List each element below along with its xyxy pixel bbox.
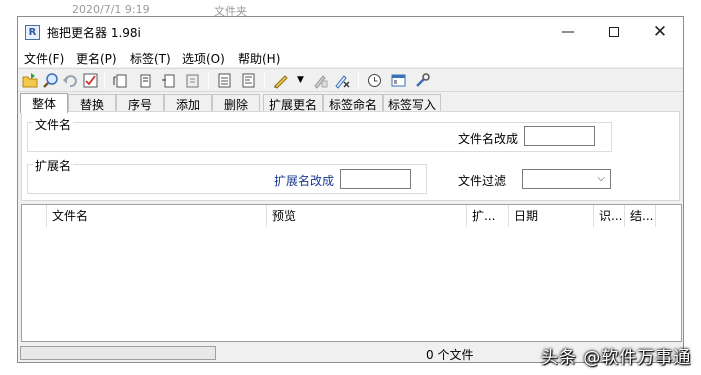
progress-bar [20, 346, 216, 360]
rename-gray-icon[interactable] [312, 72, 329, 89]
list-header: 文件名 预览 扩... 日期 识... 结... [22, 205, 662, 227]
tab-strip: 整体 替换 序号 添加 删除 扩展更名 标签命名 标签写入 [18, 93, 683, 113]
file-list[interactable]: 文件名 预览 扩... 日期 识... 结... [21, 204, 682, 342]
toolbar-separator [104, 73, 105, 89]
open-folder-icon[interactable] [22, 72, 39, 89]
tab-tag-write[interactable]: 标签写入 [383, 94, 441, 112]
check-icon[interactable] [82, 72, 99, 89]
toolbar-separator [264, 73, 265, 89]
filename-change-input[interactable] [524, 126, 595, 146]
menu-tags[interactable]: 标签(T) [130, 50, 171, 67]
title-bar[interactable]: R 拖把更名器 1.98i — ✕ [18, 17, 683, 47]
filename-change-label: 文件名改成 [458, 132, 519, 146]
toolbar: ▼ [18, 68, 683, 92]
ext-change-label: 扩展名改成 [274, 174, 335, 188]
column-header-id[interactable]: 识... [594, 205, 625, 227]
rename-x-icon[interactable] [334, 72, 351, 89]
column-header-filename[interactable]: 文件名 [47, 205, 267, 227]
window-icon[interactable] [390, 72, 407, 89]
app-window: R 拖把更名器 1.98i — ✕ 文件(F) 更名(P) 标签(T) 选项(O… [17, 16, 684, 363]
tab-sequence[interactable]: 序号 [116, 94, 164, 112]
doc-2-icon[interactable] [136, 72, 153, 89]
overall-panel: 文件名 文件名改成 扩展名 扩展名改成 文件过滤 ⌵ [21, 111, 680, 201]
list-icon[interactable] [240, 72, 257, 89]
tab-add[interactable]: 添加 [164, 94, 212, 112]
pen-icon[interactable] [272, 72, 289, 89]
maximize-icon [609, 27, 619, 37]
tab-delete[interactable]: 删除 [212, 94, 260, 112]
tab-ext-rename[interactable]: 扩展更名 [263, 94, 323, 112]
chevron-down-icon: ⌵ [597, 173, 605, 184]
column-header-result[interactable]: 结... [625, 205, 656, 227]
background-file-row: 2020/7/1 9:19 文件夹 [0, 0, 701, 18]
column-header-ext[interactable]: 扩... [467, 205, 509, 227]
menu-bar: 文件(F) 更名(P) 标签(T) 选项(O) 帮助(H) [18, 47, 683, 67]
menu-help[interactable]: 帮助(H) [238, 50, 280, 67]
maximize-button[interactable] [591, 17, 637, 47]
page-icon[interactable] [216, 72, 233, 89]
menu-file[interactable]: 文件(F) [24, 50, 64, 67]
toolbar-separator [358, 73, 359, 89]
doc-1-icon[interactable] [112, 72, 129, 89]
tools-icon[interactable] [414, 72, 431, 89]
minimize-button[interactable]: — [545, 17, 591, 47]
file-filter-select[interactable]: ⌵ [522, 169, 611, 189]
background-date: 2020/7/1 9:19 [72, 3, 150, 16]
filename-group-label: 文件名 [33, 116, 74, 133]
column-header-check[interactable] [22, 205, 47, 227]
extension-group-label: 扩展名 [33, 157, 74, 174]
close-button[interactable]: ✕ [637, 17, 683, 47]
ext-change-input[interactable] [340, 169, 411, 189]
menu-rename[interactable]: 更名(P) [76, 50, 117, 67]
tab-tag-naming[interactable]: 标签命名 [323, 94, 383, 112]
tab-overall[interactable]: 整体 [20, 93, 68, 113]
doc-4-icon[interactable] [184, 72, 201, 89]
app-icon: R [25, 25, 40, 40]
watermark: 头条 @软件万事通 [541, 348, 692, 368]
toolbar-separator [208, 73, 209, 89]
tab-replace[interactable]: 替换 [68, 94, 116, 112]
window-title: 拖把更名器 1.98i [47, 26, 141, 40]
doc-3-icon[interactable] [160, 72, 177, 89]
file-count-status: 0 个文件 [426, 348, 474, 362]
search-icon[interactable] [42, 72, 59, 89]
column-header-date[interactable]: 日期 [509, 205, 594, 227]
menu-options[interactable]: 选项(O) [182, 50, 225, 67]
clock-icon[interactable] [366, 72, 383, 89]
undo-icon[interactable] [62, 72, 79, 89]
dropdown-arrow-icon[interactable]: ▼ [292, 72, 309, 89]
file-filter-label: 文件过滤 [458, 174, 507, 188]
column-header-preview[interactable]: 预览 [267, 205, 467, 227]
